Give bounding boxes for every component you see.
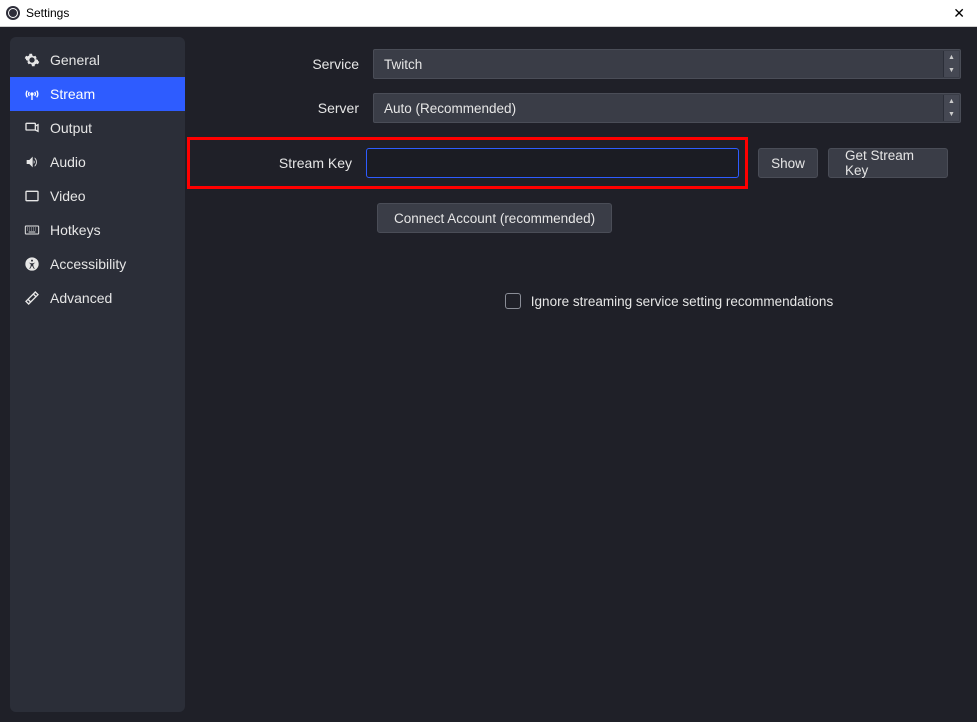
service-row: Service Twitch ▲▼ bbox=[193, 49, 961, 79]
sidebar-item-audio[interactable]: Audio bbox=[10, 145, 185, 179]
output-icon bbox=[24, 120, 40, 136]
ignore-label: Ignore streaming service setting recomme… bbox=[531, 294, 833, 309]
sidebar-item-hotkeys[interactable]: Hotkeys bbox=[10, 213, 185, 247]
sidebar-item-accessibility[interactable]: Accessibility bbox=[10, 247, 185, 281]
sidebar-item-stream[interactable]: Stream bbox=[10, 77, 185, 111]
select-spinner-icon: ▲▼ bbox=[943, 51, 959, 77]
titlebar: Settings ✕ bbox=[0, 0, 977, 27]
audio-icon bbox=[24, 154, 40, 170]
server-select[interactable]: Auto (Recommended) ▲▼ bbox=[373, 93, 961, 123]
server-row: Server Auto (Recommended) ▲▼ bbox=[193, 93, 961, 123]
close-button[interactable]: ✕ bbox=[947, 3, 971, 24]
service-label: Service bbox=[193, 56, 363, 72]
stream-key-input[interactable] bbox=[366, 148, 739, 178]
sidebar-item-label: Output bbox=[50, 120, 92, 136]
sidebar-item-advanced[interactable]: Advanced bbox=[10, 281, 185, 315]
connect-account-button[interactable]: Connect Account (recommended) bbox=[377, 203, 612, 233]
sidebar-item-output[interactable]: Output bbox=[10, 111, 185, 145]
sidebar-item-label: General bbox=[50, 52, 100, 68]
show-button[interactable]: Show bbox=[758, 148, 818, 178]
keyboard-icon bbox=[24, 222, 40, 238]
sidebar-item-general[interactable]: General bbox=[10, 43, 185, 77]
sidebar-item-label: Accessibility bbox=[50, 256, 126, 272]
window-title: Settings bbox=[26, 6, 69, 20]
get-stream-key-button[interactable]: Get Stream Key bbox=[828, 148, 948, 178]
main-content: Service Twitch ▲▼ Server Auto (Recommend… bbox=[193, 37, 967, 712]
stream-key-highlight: Stream Key bbox=[187, 137, 748, 189]
workspace: General Stream Output Audio Video bbox=[0, 27, 977, 722]
select-spinner-icon: ▲▼ bbox=[943, 95, 959, 121]
sidebar-item-video[interactable]: Video bbox=[10, 179, 185, 213]
gear-icon bbox=[24, 52, 40, 68]
sidebar-item-label: Audio bbox=[50, 154, 86, 170]
app-icon bbox=[6, 6, 20, 20]
sidebar-item-label: Stream bbox=[50, 86, 95, 102]
sidebar-item-label: Video bbox=[50, 188, 86, 204]
stream-key-row: Stream Key bbox=[196, 148, 739, 178]
sidebar: General Stream Output Audio Video bbox=[10, 37, 185, 712]
sidebar-item-label: Advanced bbox=[50, 290, 112, 306]
service-value: Twitch bbox=[384, 57, 422, 72]
sidebar-item-label: Hotkeys bbox=[50, 222, 101, 238]
tools-icon bbox=[24, 290, 40, 306]
antenna-icon bbox=[24, 86, 40, 102]
ignore-row: Ignore streaming service setting recomme… bbox=[193, 293, 961, 309]
server-value: Auto (Recommended) bbox=[384, 101, 516, 116]
service-select[interactable]: Twitch ▲▼ bbox=[373, 49, 961, 79]
video-icon bbox=[24, 188, 40, 204]
connect-row: Connect Account (recommended) bbox=[193, 203, 961, 233]
ignore-checkbox[interactable] bbox=[505, 293, 521, 309]
stream-key-label: Stream Key bbox=[196, 155, 356, 171]
accessibility-icon bbox=[24, 256, 40, 272]
server-label: Server bbox=[193, 100, 363, 116]
